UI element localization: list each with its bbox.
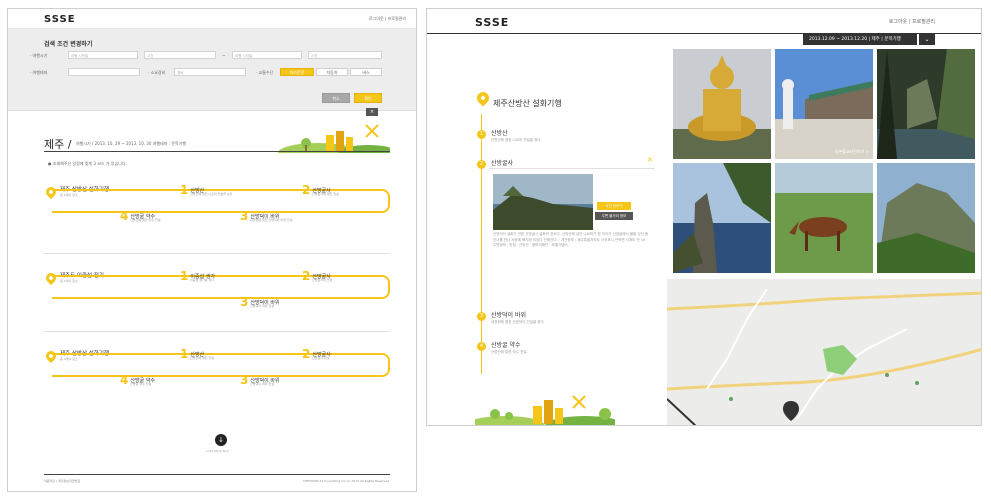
header-bar: SSSE 로그아웃 | 프로필관리 xyxy=(8,9,416,29)
course-title: 제주산방산 설화기행 xyxy=(493,99,562,108)
stop-3[interactable]: 3 산방덕이 바위 산방덕이 바위 전설 xyxy=(240,373,280,387)
region-divider xyxy=(44,151,390,152)
stop-3-desc: 대정현에 얽힌 산방덕이 전설을 찾다 xyxy=(491,320,544,324)
search-filter-panel: 검색 조건 변경하기 · 여행시기 여행 시작일 시간 ~ 여행 시작일 시간 … xyxy=(8,29,416,111)
transport-option-car[interactable]: 자가운전 xyxy=(280,68,314,76)
village-illustration xyxy=(475,395,615,425)
logo[interactable]: SSSE xyxy=(475,16,509,29)
end-date-input[interactable]: 여행 시작일 xyxy=(232,51,302,59)
load-more-label[interactable]: Load More Tour xyxy=(206,449,229,453)
photo-horses[interactable] xyxy=(775,163,873,273)
filter-title: 검색 조건 변경하기 xyxy=(44,41,93,48)
logo[interactable]: SSSE xyxy=(44,14,76,25)
region-title: 제주 / xyxy=(44,138,72,151)
region-meta: 여행시기 / 2013. 10. 29 ~ 2013. 10. 30 여행테마 … xyxy=(76,141,186,146)
stop-1[interactable]: 1 산방산 산방산에 얽힌 전설 xyxy=(180,347,214,361)
period-label: · 여행시기 xyxy=(30,53,48,58)
course-card[interactable]: 제주도 이중섭 전기 총 3개의 장소 1 이중섭 생가 이중섭 생가를 찾다 2산… xyxy=(43,269,390,317)
transport-label: · 교통수단 xyxy=(256,70,274,75)
stop-1[interactable]: 1 산방산 산방산에 얽힌 나르마 전설을 보자 xyxy=(180,183,232,197)
stop-photo[interactable] xyxy=(493,174,593,230)
account-links[interactable]: 로그아웃 | 프로필관리 xyxy=(369,16,406,22)
result-note: ● 조회해주신 일정에 맞게 3 코스 가 있습니다. xyxy=(48,161,127,166)
close-filter-button[interactable]: × xyxy=(366,108,378,116)
footer: 이용약관 | 개인정보취급방침 THETOWN 21 Consulting In… xyxy=(44,474,390,483)
route-track xyxy=(52,353,390,377)
stop-3[interactable]: 3 산방덕이 바위 산방덕이 바위 전설 xyxy=(240,295,280,309)
photo-forest-cliff[interactable] xyxy=(877,49,975,159)
timeline-line xyxy=(481,114,482,374)
tilde: ~ xyxy=(222,53,226,58)
nearby-info-button[interactable]: 주변 볼거리 정보 xyxy=(595,212,633,220)
close-icon[interactable]: ✕ xyxy=(647,156,653,164)
photo-temple[interactable]: 일본불교사진보기 > xyxy=(775,49,873,159)
village-illustration xyxy=(278,124,390,153)
photo-sea-rock[interactable] xyxy=(673,163,771,273)
start-date-input[interactable]: 여행 시작일 xyxy=(68,51,138,59)
photo-mountain-rock[interactable] xyxy=(877,163,975,273)
photo-more-button[interactable]: 사진 더보기 xyxy=(597,202,631,210)
cancel-button[interactable]: 취소 xyxy=(322,93,350,103)
map-view[interactable] xyxy=(667,279,981,425)
theme-select[interactable] xyxy=(68,68,140,76)
course-timeline: 제주산방산 설화기행 1 산방산 산방산에 얽힌 나르마 전설을 찾다 2 산방굴사… xyxy=(427,34,667,425)
search-results-page: SSSE 로그아웃 | 프로필관리 검색 조건 변경하기 · 여행시기 여행 시… xyxy=(7,8,417,492)
photo-link-label[interactable]: 일본불교사진보기 > xyxy=(835,149,869,155)
stop-detail-text: 산방덕이 설화가 전한 산방굴사 설화의 장소다. 산방산에 살던 나르마가 한… xyxy=(493,232,649,247)
chevron-down-icon[interactable]: ⌄ xyxy=(919,34,935,45)
end-time-select[interactable]: 시간 xyxy=(308,51,382,59)
confirm-button[interactable]: 확인 xyxy=(354,93,382,103)
budget-input[interactable]: 경비 xyxy=(174,68,246,76)
stop-1-desc: 산방산에 얽힌 나르마 전설을 찾다 xyxy=(491,138,541,142)
stop-2[interactable]: 2 산방굴사 산방굴사의 전설 xyxy=(302,269,332,283)
footer-links[interactable]: 이용약관 | 개인정보취급방침 xyxy=(44,479,80,483)
start-time-select[interactable]: 시간 xyxy=(144,51,216,59)
course-card[interactable]: 제주 산방산 설화기행 총 4개의 장소 1 산방산 산방산에 얽힌 나르마 전설을… xyxy=(43,183,390,231)
stop-1[interactable]: 1 이중섭 생가 이중섭 생가를 찾다 xyxy=(180,269,215,283)
account-links[interactable]: 로그아웃 | 프로필관리 xyxy=(889,18,935,25)
theme-label: · 여행테마 xyxy=(30,70,48,75)
stop-4[interactable]: 4 산방굴 약수 산방굴 약수 전설 xyxy=(120,373,155,387)
copyright: THETOWN 21 Consulting Inc.(c) 2013 All R… xyxy=(303,479,390,483)
photo-gallery: 일본불교사진보기 > xyxy=(673,49,975,279)
stop-2[interactable]: 2 산방굴사 산방굴사 전설 xyxy=(302,347,331,361)
stop-4-desc: 산방산에 얽힌 약수 전설 xyxy=(491,350,527,354)
load-more-button[interactable]: ↓ xyxy=(215,434,227,446)
transport-option-auto[interactable]: 자동차 xyxy=(316,68,348,76)
stop-4[interactable]: 4 산방굴 약수 산방산에 얽힌 약수 전설 xyxy=(120,209,160,223)
trip-summary-bar: 2013.12.09 ~ 2013.12.20 | 제주 | 문학기행 xyxy=(803,34,917,45)
budget-label: · 소요경비 xyxy=(148,70,166,75)
header-bar: SSSE 로그아웃 | 프로필관리 xyxy=(427,9,981,33)
stop-3[interactable]: 3 산방덕이 바위 대정현에 얽힌 산방덕이 바위 전설 xyxy=(240,209,292,223)
course-detail-page: SSSE 로그아웃 | 프로필관리 2013.12.09 ~ 2013.12.2… xyxy=(426,8,982,426)
transport-option-bus[interactable]: 버스 xyxy=(350,68,382,76)
photo-buddha[interactable] xyxy=(673,49,771,159)
stop-2[interactable]: 2 산방굴사 산방굴사에 얽힌 전설 xyxy=(302,183,339,197)
route-track xyxy=(52,275,390,299)
location-pin-icon xyxy=(474,89,492,107)
course-card[interactable]: 제주 산방산 설화기행 총 4개의 장소 1 산방산 산방산에 얽힌 전설 2 산방굴… xyxy=(43,347,390,395)
